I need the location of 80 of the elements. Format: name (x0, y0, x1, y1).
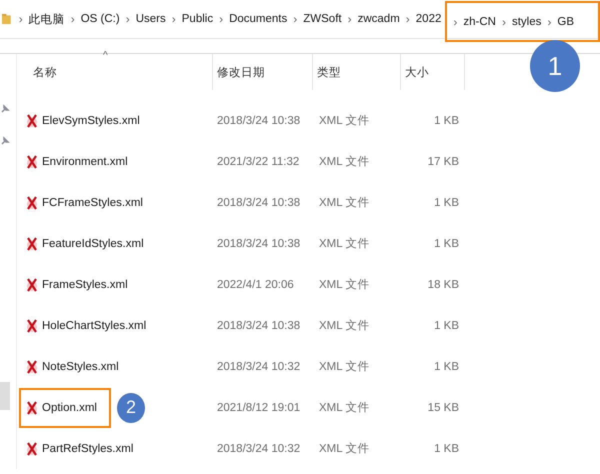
size-cell-text: 17 KB (426, 156, 460, 168)
breadcrumb-item[interactable]: zwcadm (358, 13, 400, 25)
breadcrumb-item[interactable]: ZWSoft (303, 13, 342, 25)
breadcrumb-item[interactable]: 此电脑 (28, 12, 65, 26)
date-cell-text: 2018/3/24 10:38 (216, 320, 302, 332)
column-label: 名称 (33, 66, 57, 80)
size-cell-text: 1 KB (433, 238, 460, 250)
chevron-icon: › (348, 12, 352, 26)
column-header[interactable]: 修改日期 (213, 54, 313, 90)
breadcrumb-item[interactable]: zh-CN (463, 16, 496, 28)
breadcrumb-item[interactable]: 2022 (416, 13, 442, 25)
file-name[interactable]: Option.xml (42, 402, 97, 414)
chevron-icon: › (406, 12, 410, 26)
xml-file-icon (27, 114, 37, 128)
size-cell-text: 1 KB (433, 114, 460, 126)
file-name[interactable]: PartRefStyles.xml (42, 442, 134, 454)
size-cell-text: 1 KB (433, 360, 460, 372)
type-cell-text: XML 文件 (318, 196, 370, 210)
file-name[interactable]: ElevSymStyles.xml (42, 114, 140, 126)
breadcrumb-item[interactable]: Users (136, 13, 166, 25)
file-name[interactable]: FeatureIdStyles.xml (42, 238, 144, 250)
xml-file-icon (27, 236, 37, 250)
callout-badge: 2 (116, 392, 145, 422)
size-cell-text: 18 KB (426, 278, 460, 290)
breadcrumb-item[interactable]: GB (557, 16, 574, 28)
chevron-icon: › (126, 12, 130, 26)
column-label: 修改日期 (217, 66, 265, 80)
file-name[interactable]: FrameStyles.xml (42, 278, 128, 290)
date-cell-text: 2021/3/22 11:32 (216, 156, 300, 168)
xml-file-icon (27, 360, 37, 374)
xml-file-icon (27, 318, 37, 332)
xml-file-icon (27, 400, 37, 414)
type-cell-text: XML 文件 (318, 154, 370, 169)
column-header[interactable]: 大小 (401, 54, 465, 90)
breadcrumb-item[interactable]: OS (C:) (80, 13, 120, 25)
folder-icon (2, 12, 11, 26)
file-name[interactable]: HoleChartStyles.xml (42, 320, 146, 332)
chevron-icon: › (70, 12, 75, 26)
type-cell-text: XML 文件 (318, 442, 370, 456)
xml-file-icon (27, 442, 37, 456)
breadcrumb-item[interactable]: Public (182, 13, 214, 25)
file-name[interactable]: FCFrameStyles.xml (42, 196, 143, 208)
date-cell-text: 2022/4/1 20:06 (216, 278, 295, 290)
breadcrumb-item[interactable]: styles (512, 16, 542, 28)
date-cell-text: 2018/3/24 10:38 (216, 196, 302, 208)
type-cell-text: XML 文件 (318, 278, 370, 292)
date-cell-text: 2018/3/24 10:38 (216, 114, 302, 126)
breadcrumb-item[interactable]: Documents (229, 13, 288, 25)
chevron-icon: › (547, 14, 552, 28)
date-cell-text: 2018/3/24 10:32 (216, 442, 302, 454)
date-cell-text: 2018/3/24 10:38 (216, 238, 302, 250)
date-cell-text: 2018/3/24 10:32 (216, 360, 302, 372)
chevron-icon: › (502, 14, 506, 28)
chevron-icon: › (172, 12, 176, 26)
type-cell-text: XML 文件 (318, 360, 370, 374)
chevron-icon: › (18, 12, 23, 26)
chevron-icon: › (293, 12, 298, 26)
xml-file-icon (27, 278, 37, 292)
chevron-icon: › (453, 14, 458, 28)
pin-icon[interactable] (0, 136, 10, 146)
xml-file-icon (27, 154, 37, 168)
column-header[interactable]: 类型 (313, 54, 401, 90)
size-cell-text: 1 KB (433, 320, 460, 332)
size-cell-text: 1 KB (433, 196, 460, 208)
size-cell-text: 1 KB (433, 442, 460, 454)
date-cell-text: 2021/8/12 19:01 (216, 402, 302, 414)
type-cell-text: XML 文件 (318, 400, 370, 415)
file-name[interactable]: NoteStyles.xml (42, 360, 119, 372)
size-cell-text: 15 KB (426, 402, 460, 414)
column-label: 类型 (317, 66, 341, 80)
pin-icon[interactable] (0, 104, 10, 114)
callout-badge: 1 (530, 40, 580, 92)
type-cell-text: XML 文件 (318, 236, 370, 251)
type-cell-text: XML 文件 (318, 114, 370, 128)
xml-file-icon (27, 196, 37, 210)
nav-pane-selection (0, 382, 10, 410)
column-label: 大小 (405, 66, 429, 80)
chevron-icon: › (219, 12, 224, 26)
file-name[interactable]: Environment.xml (42, 156, 128, 168)
type-cell-text: XML 文件 (318, 318, 370, 333)
